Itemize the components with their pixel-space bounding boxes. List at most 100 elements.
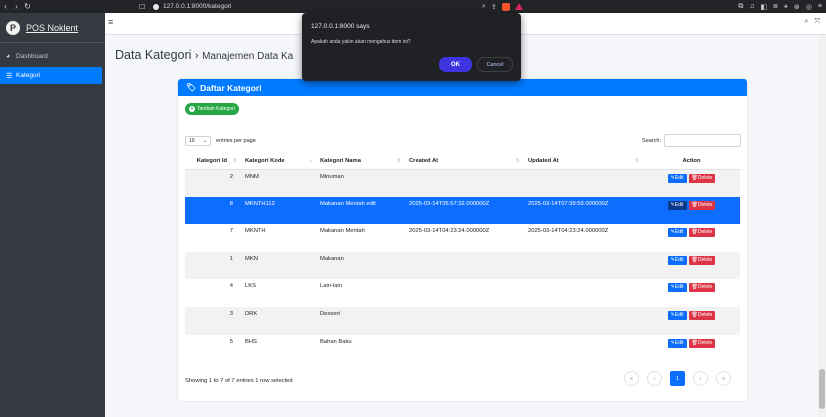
edit-button[interactable]: ✎Edit (667, 228, 687, 238)
content-wrapper: Data Kategori › Manajemen Data Ka 🏷 Daft… (105, 35, 818, 417)
fullscreen-icon[interactable]: ⤧ (814, 18, 820, 26)
dialog-message: Apakah anda yakin akan mengahus item ini… (311, 39, 411, 45)
cell-kode: MKN (241, 251, 316, 280)
cell-id: 3 (185, 306, 241, 335)
cell-action: ✎Edit 🗑Delete (643, 224, 740, 252)
cell-created (405, 335, 524, 363)
add-kategori-button[interactable]: + Tambah Kategori (185, 103, 239, 115)
cell-action: ✎Edit 🗑Delete (643, 335, 740, 363)
cell-updated (524, 335, 643, 363)
delete-button[interactable]: 🗑Delete (688, 283, 716, 293)
dialog-ok-button[interactable]: OK (439, 57, 472, 72)
scrollbar-thumb[interactable] (819, 369, 825, 409)
delete-button[interactable]: 🗑Delete (688, 173, 716, 183)
table-row-selected[interactable]: 8 MKNTH112 Makanan Mentah edit 2025-03-1… (185, 196, 740, 225)
edit-button[interactable]: ✎Edit (667, 310, 687, 320)
page-title: Data Kategori › Manajemen Data Ka (115, 48, 293, 62)
table-row[interactable]: 7 MKNTH Makanan Mentah 2025-03-14T04:23:… (185, 224, 740, 252)
leo-icon[interactable]: ⚹ (784, 3, 788, 11)
zoom-icon[interactable]: ⌕ (482, 3, 486, 11)
kategori-table: Kategori Id ⇅ Kategori Kode ↓ Kategori Nam… (185, 154, 740, 362)
menu-icon[interactable]: ≡ (818, 3, 822, 10)
col-created-at[interactable]: Created At ⇅ (405, 154, 524, 170)
next-page-button[interactable]: › (693, 371, 708, 386)
tabs-icon[interactable]: ⧈ (773, 3, 777, 11)
list-icon: ☰ (6, 72, 13, 80)
sort-icon: ⇅ (515, 158, 520, 165)
brand-link[interactable]: POS Noklent (26, 23, 78, 33)
cell-created: 2025-03-14T05:57:32.000000Z (405, 196, 524, 225)
address-bar[interactable]: 127.0.0.1:8000/kategori (163, 3, 231, 10)
edit-button[interactable]: ✎Edit (667, 173, 687, 183)
dialog-title: 127.0.0.1:8000 says (311, 23, 370, 30)
cell-updated: 2025-03-14T07:39:59.000000Z (524, 196, 643, 225)
last-page-button[interactable]: » (716, 371, 731, 386)
brave-shield-icon[interactable] (501, 2, 510, 11)
edit-button[interactable]: ✎Edit (667, 338, 687, 348)
cell-id: 4 (229, 283, 233, 290)
table-row[interactable]: 1 MKN Makanan ✎Edit 🗑Delete (185, 251, 740, 280)
table-header-row: Kategori Id ⇅ Kategori Kode ↓ Kategori Nam… (185, 154, 740, 170)
sidebar-item-kategori[interactable]: ☰ Kategori (0, 67, 102, 84)
cell-nama: Lain-lain (320, 283, 342, 290)
browser-toolbar: ‹ › ↻ ☐ 127.0.0.1:8000/kategori ⌕ ⇪ ⧉ ♫ … (0, 0, 826, 13)
media-icon[interactable]: ♫ (749, 3, 754, 10)
col-kategori-kode[interactable]: Kategori Kode ↓ (241, 154, 316, 170)
dialog-cancel-button[interactable]: Cancel (477, 57, 513, 72)
table-row[interactable]: 2 MNM Minuman ✎Edit 🗑Delete (185, 169, 740, 197)
back-icon[interactable]: ‹ (0, 2, 11, 11)
table-search: Search: (642, 134, 741, 147)
hamburger-menu-icon[interactable]: ≡ (108, 17, 113, 27)
table-row[interactable]: 4 LKS Lain-lain ✎Edit 🗑Delete (185, 279, 740, 307)
cell-updated (524, 306, 643, 335)
edit-button[interactable]: ✎Edit (667, 283, 687, 293)
plus-icon: + (189, 106, 195, 112)
edit-button[interactable]: ✎Edit (667, 200, 687, 210)
brand-logo-icon: P (6, 20, 20, 35)
delete-button[interactable]: 🗑Delete (688, 310, 716, 320)
prev-page-button[interactable]: ‹ (647, 371, 662, 386)
table-row[interactable]: 3 DRK Dessert ✎Edit 🗑Delete (185, 306, 740, 335)
share-icon[interactable]: ⇪ (491, 3, 497, 11)
bookmark-icon[interactable]: ☐ (139, 3, 149, 11)
extensions-icon[interactable]: ⧉ (738, 3, 743, 11)
sidebar-item-dashboard[interactable]: ◕ Dashboard (0, 48, 102, 65)
page-1-button[interactable]: 1 (670, 371, 685, 386)
entries-length: 10 ⌄ entries per page (185, 136, 256, 146)
cell-action: ✎Edit 🗑Delete (643, 196, 740, 225)
cell-action: ✎Edit 🗑Delete (643, 251, 740, 280)
brave-rewards-icon[interactable] (514, 3, 523, 10)
vpn-icon[interactable]: ⊛ (794, 3, 800, 11)
entries-length-select[interactable]: 10 ⌄ (185, 136, 211, 146)
table-info: Showing 1 to 7 of 7 entries 1 row select… (185, 378, 293, 384)
page-scrollbar[interactable] (818, 35, 826, 417)
col-updated-at[interactable]: Updated At ⇅ (524, 154, 643, 170)
sidebar-toggle-icon[interactable]: ◧ (761, 3, 768, 11)
site-info-icon[interactable] (153, 3, 159, 10)
first-page-button[interactable]: « (624, 371, 639, 386)
reload-icon[interactable]: ↻ (22, 2, 33, 11)
cell-kode: DRK (241, 306, 316, 335)
cell-nama: Makanan (316, 251, 405, 280)
search-input[interactable] (664, 134, 741, 147)
wallet-icon[interactable]: ◎ (806, 3, 812, 11)
col-kategori-id[interactable]: Kategori Id ⇅ (185, 154, 241, 170)
col-action: Action (643, 154, 740, 170)
sidebar: P POS Noklent ◕ Dashboard ☰ Kategori (0, 13, 105, 417)
brand[interactable]: P POS Noklent (0, 13, 105, 43)
dashboard-icon: ◕ (6, 53, 11, 60)
delete-button[interactable]: 🗑Delete (688, 200, 716, 210)
table-row[interactable]: 5 BHS Bahan Baku ✎Edit 🗑Delete (185, 335, 740, 363)
delete-button[interactable]: 🗑Delete (688, 255, 716, 265)
sort-desc-icon: ↓ (309, 158, 313, 165)
sort-icon: ⇅ (232, 158, 237, 165)
delete-button[interactable]: 🗑Delete (688, 228, 716, 238)
forward-icon[interactable]: › (11, 2, 22, 11)
search-icon[interactable]: ⌕ (804, 18, 808, 26)
card-header: 🏷 Daftar Kategori (178, 79, 747, 96)
col-kategori-nama[interactable]: Kategori Nama ⇅ (316, 154, 405, 170)
sort-icon: ⇅ (634, 158, 639, 165)
add-kategori-label: Tambah Kategori (197, 106, 235, 112)
delete-button[interactable]: 🗑Delete (688, 338, 716, 348)
edit-button[interactable]: ✎Edit (667, 255, 687, 265)
